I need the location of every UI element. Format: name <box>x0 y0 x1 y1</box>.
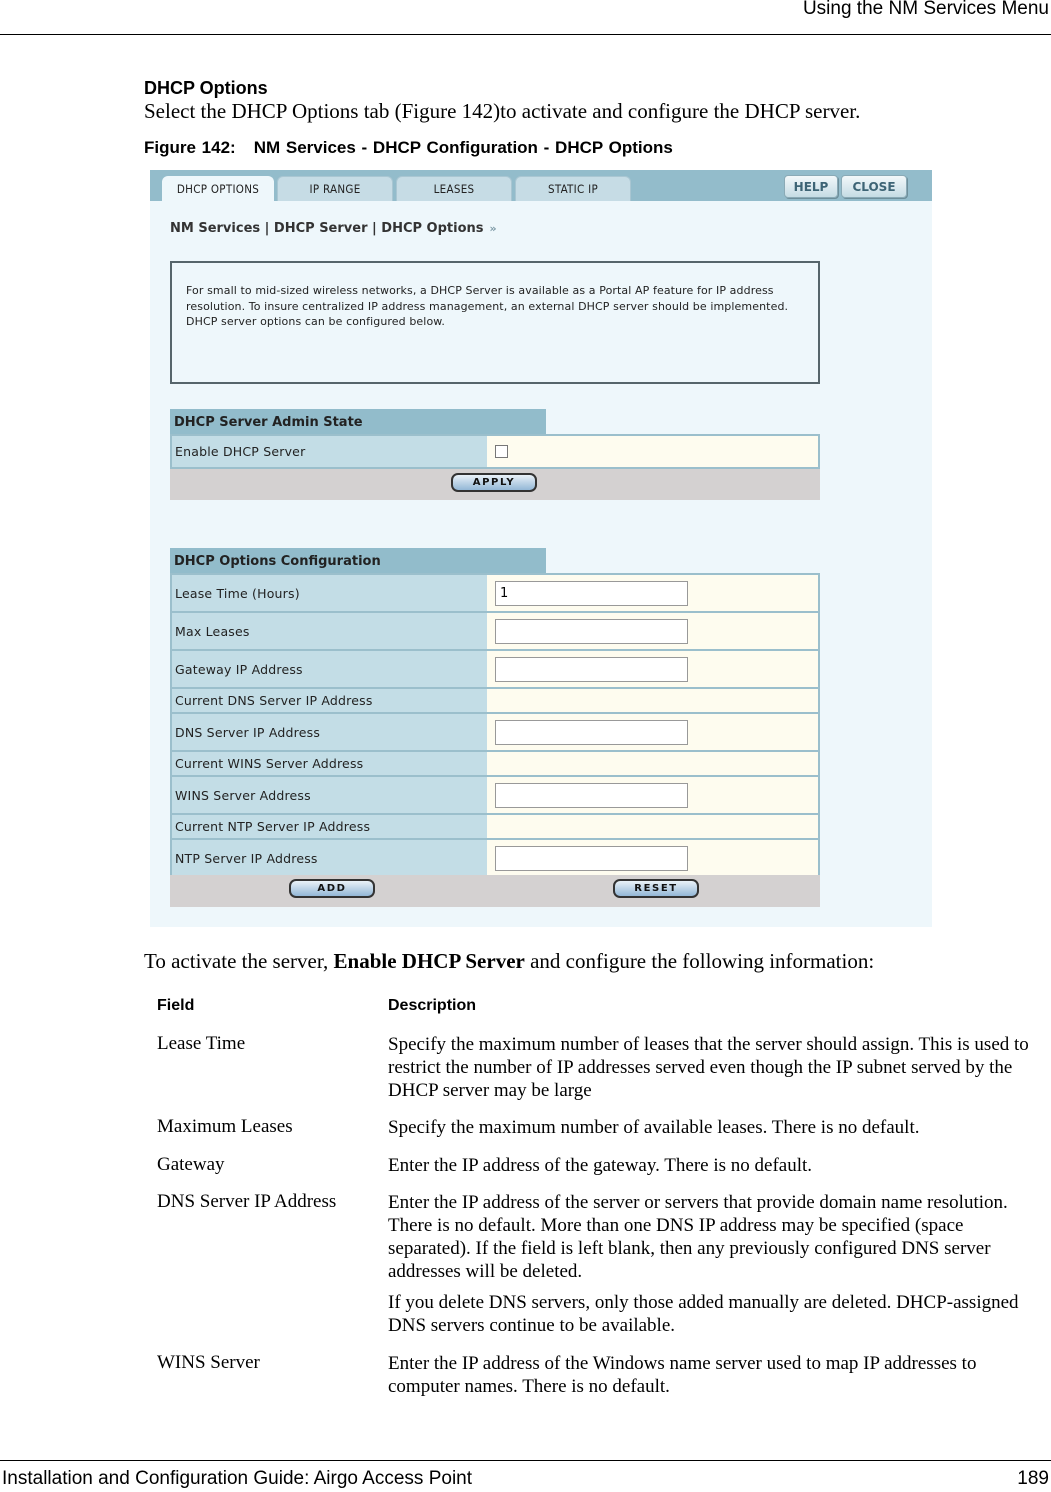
field-description: Enter the IP address of the gateway. The… <box>388 1155 813 1176</box>
figure-caption-text: NM Services - DHCP Configuration - DHCP … <box>253 138 673 157</box>
tab-dhcp-options[interactable]: DHCP OPTIONS <box>162 176 274 201</box>
tab-static-ip[interactable]: STATIC IP <box>515 176 631 201</box>
lead-paragraph: To activate the server, Enable DHCP Serv… <box>144 949 874 974</box>
double-chevron-icon: » <box>489 222 497 235</box>
field-name: Gateway <box>157 1154 225 1175</box>
current-ntp-row: Current NTP Server IP Address <box>172 815 818 840</box>
lease-time-label: Lease Time (Hours) <box>172 575 487 611</box>
close-button[interactable]: CLOSE <box>841 175 907 198</box>
field-description: Enter the IP address of the server or se… <box>388 1192 1008 1282</box>
dns-server-label: DNS Server IP Address <box>172 714 487 750</box>
ntp-server-input[interactable] <box>495 846 688 871</box>
current-ntp-label: Current NTP Server IP Address <box>172 815 487 838</box>
field-description: Specify the maximum number of leases tha… <box>388 1034 1029 1101</box>
header-rule <box>0 34 1051 35</box>
enable-dhcp-row: Enable DHCP Server <box>172 436 818 467</box>
current-dns-value <box>487 689 818 712</box>
options-config-table: Lease Time (Hours) Max Leases Gateway IP… <box>170 573 820 877</box>
section-title: DHCP Options <box>144 78 268 98</box>
field-column-header: Field <box>157 997 195 1014</box>
description-column-header: Description <box>388 997 477 1014</box>
tab-leases[interactable]: LEASES <box>396 176 512 201</box>
page-number: 189 <box>1017 1468 1049 1489</box>
current-ntp-value <box>487 815 818 838</box>
current-dns-label: Current DNS Server IP Address <box>172 689 487 712</box>
admin-button-bar: APPLY <box>170 469 820 500</box>
lease-time-input[interactable] <box>495 580 688 606</box>
max-leases-row: Max Leases <box>172 613 818 651</box>
breadcrumb-text: NM Services | DHCP Server | DHCP Options <box>170 221 484 236</box>
max-leases-input[interactable] <box>495 618 688 644</box>
lead-text-bold: Enable DHCP Server <box>333 949 525 973</box>
help-button[interactable]: HELP <box>784 175 838 198</box>
gateway-ip-row: Gateway IP Address <box>172 651 818 689</box>
breadcrumb: NM Services | DHCP Server | DHCP Options… <box>170 221 497 236</box>
current-wins-row: Current WINS Server Address <box>172 752 818 777</box>
field-name: WINS Server <box>157 1352 260 1373</box>
reset-button[interactable]: RESET <box>613 879 699 898</box>
field-name: DNS Server IP Address <box>157 1191 337 1212</box>
field-description: Specify the maximum number of available … <box>388 1117 920 1138</box>
footer-rule <box>0 1460 1051 1461</box>
gateway-ip-label: Gateway IP Address <box>172 651 487 687</box>
lead-text-before: To activate the server, <box>144 949 334 973</box>
apply-button[interactable]: APPLY <box>451 473 537 492</box>
options-button-bar: ADD RESET <box>170 875 820 907</box>
enable-dhcp-cell <box>487 436 818 467</box>
running-header: Using the NM Services Menu <box>802 0 1049 19</box>
dns-server-input[interactable] <box>495 719 688 745</box>
gateway-ip-input[interactable] <box>495 656 688 682</box>
lead-text-after: and configure the following information: <box>524 949 875 973</box>
enable-dhcp-checkbox[interactable] <box>495 445 508 458</box>
current-wins-label: Current WINS Server Address <box>172 752 487 775</box>
options-config-header: DHCP Options Configuration <box>170 548 546 574</box>
admin-state-header: DHCP Server Admin State <box>170 409 546 435</box>
tab-ip-range[interactable]: IP RANGE <box>277 176 393 201</box>
field-name: Maximum Leases <box>157 1116 293 1137</box>
field-description: Enter the IP address of the Windows name… <box>388 1353 977 1397</box>
current-dns-row: Current DNS Server IP Address <box>172 689 818 714</box>
current-wins-value <box>487 752 818 775</box>
lease-time-row: Lease Time (Hours) <box>172 575 818 613</box>
wins-server-input[interactable] <box>495 782 688 808</box>
enable-dhcp-label: Enable DHCP Server <box>172 436 487 467</box>
admin-state-table: Enable DHCP Server <box>170 434 820 469</box>
section-intro: Select the DHCP Options tab (Figure 142)… <box>144 99 861 123</box>
field-name: Lease Time <box>157 1033 246 1054</box>
ntp-server-row: NTP Server IP Address <box>172 840 818 877</box>
info-box: For small to mid-sized wireless networks… <box>170 261 820 384</box>
figure-number: Figure 142: <box>144 138 236 157</box>
field-description-note: If you delete DNS servers, only those ad… <box>388 1292 1019 1336</box>
ntp-server-label: NTP Server IP Address <box>172 840 487 877</box>
dns-server-row: DNS Server IP Address <box>172 714 818 752</box>
tab-bar: DHCP OPTIONS IP RANGE LEASES STATIC IP H… <box>150 170 932 201</box>
figure-caption: Figure 142: NM Services - DHCP Configurat… <box>144 138 673 158</box>
add-button[interactable]: ADD <box>289 879 375 898</box>
wins-server-label: WINS Server Address <box>172 777 487 813</box>
wins-server-row: WINS Server Address <box>172 777 818 815</box>
dhcp-options-screenshot: DHCP OPTIONS IP RANGE LEASES STATIC IP H… <box>150 170 932 927</box>
max-leases-label: Max Leases <box>172 613 487 649</box>
footer-title: Installation and Configuration Guide: Ai… <box>2 1468 473 1489</box>
